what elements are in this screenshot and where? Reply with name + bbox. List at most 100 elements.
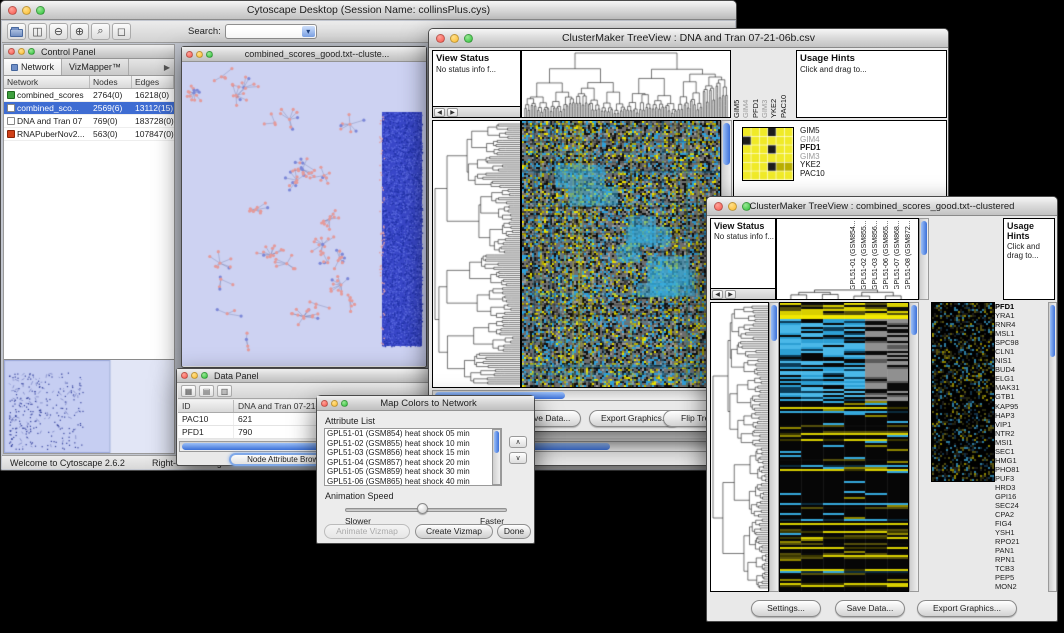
column-label[interactable]: GPL51-06 (GSM865... (882, 220, 893, 290)
gene-label[interactable]: MON2 (995, 582, 1047, 591)
view-status-scrollbar[interactable]: ◀ ▶ (433, 106, 520, 117)
gene-label[interactable]: PFD1 (995, 302, 1047, 311)
row-dendrogram[interactable] (711, 303, 768, 591)
gene-label[interactable]: TCB3 (995, 564, 1047, 573)
tab-vizmapper[interactable]: VizMapper™ (62, 59, 129, 75)
network-row[interactable]: DNA and Tran 07769(0)183728(0) (4, 115, 174, 128)
scroll-thumb[interactable] (921, 221, 927, 255)
delete-attribute-icon[interactable]: ▥ (217, 385, 232, 397)
combo-arrow-icon[interactable]: ▾ (302, 26, 315, 37)
attribute-item[interactable]: GPL51-01 (GSM854) heat shock 05 min (325, 429, 492, 439)
thumbnail-heatmap[interactable] (931, 302, 995, 482)
matrix-column-label[interactable]: YKE2 (769, 50, 778, 118)
list-vscrollbar[interactable] (492, 429, 501, 485)
main-titlebar[interactable]: Cytoscape Desktop (Session Name: collins… (1, 1, 736, 20)
panel-float-icon[interactable] (28, 48, 35, 55)
column-dendrogram[interactable] (522, 51, 730, 117)
gene-label[interactable]: SPC98 (995, 338, 1047, 347)
matrix-column-label[interactable]: GIM3 (760, 50, 769, 118)
attribute-item[interactable]: GPL51-04 (GSM857) heat shock 20 min (325, 458, 492, 468)
gene-label[interactable]: SEC1 (995, 447, 1047, 456)
gene-label[interactable]: YSH1 (995, 528, 1047, 537)
gene-label[interactable]: PUF3 (995, 474, 1047, 483)
row-dendrogram[interactable] (433, 121, 520, 387)
gene-label[interactable]: NTR2 (995, 429, 1047, 438)
column-label[interactable]: GPL51-01 (GSM854... (849, 220, 860, 290)
heatmap-vscrollbar[interactable] (909, 302, 919, 592)
gene-label[interactable]: HMG1 (995, 456, 1047, 465)
attribute-item[interactable]: GPL51-05 (GSM859) heat shock 30 min (325, 467, 492, 477)
correlation-matrix[interactable] (742, 127, 794, 181)
scroll-left-icon[interactable]: ◀ (434, 108, 445, 117)
minimize-icon[interactable] (196, 51, 203, 58)
gene-label[interactable]: PHO81 (995, 465, 1047, 474)
gene-label[interactable]: KAP95 (995, 402, 1047, 411)
gene-label[interactable]: HRD3 (995, 483, 1047, 492)
tab-overflow-icon[interactable]: ▶ (164, 63, 170, 72)
scroll-left-icon[interactable]: ◀ (712, 290, 723, 299)
gene-label[interactable]: ELG1 (995, 374, 1047, 383)
settings-button[interactable]: Settings... (751, 600, 821, 617)
float-icon[interactable] (201, 372, 208, 379)
gene-label[interactable]: GPI16 (995, 492, 1047, 501)
close-icon[interactable] (436, 34, 445, 43)
heatmap[interactable] (522, 121, 720, 387)
gene-label[interactable]: GTB1 (995, 392, 1047, 401)
zoom-selected-icon[interactable]: ⌕ (91, 23, 110, 40)
gene-label[interactable]: RPN1 (995, 555, 1047, 564)
minimize-icon[interactable] (331, 400, 338, 407)
save-data-button[interactable]: Save Data... (835, 600, 905, 617)
header-vscrollbar[interactable] (919, 218, 929, 300)
network-view-titlebar[interactable]: combined_scores_good.txt--cluste... (182, 47, 426, 62)
dendrogram-vscrollbar[interactable] (769, 302, 779, 592)
gene-label[interactable]: HAP3 (995, 411, 1047, 420)
column-label[interactable]: GPL51-08 (GSM872... (904, 220, 915, 290)
view-status-scrollbar[interactable]: ◀ ▶ (711, 288, 775, 299)
scroll-thumb[interactable] (911, 305, 917, 335)
create-vizmap-button[interactable]: Create Vizmap (415, 524, 493, 539)
gene-label[interactable]: PEP5 (995, 573, 1047, 582)
attribute-item[interactable]: GPL51-02 (GSM855) heat shock 10 min (325, 439, 492, 449)
close-icon[interactable] (714, 202, 723, 211)
scroll-thumb[interactable] (1050, 305, 1055, 357)
gene-label[interactable]: FIG4 (995, 519, 1047, 528)
gene-label[interactable]: VIP1 (995, 420, 1047, 429)
attribute-item[interactable]: GPL51-06 (GSM865) heat shock 40 min (325, 477, 492, 487)
attribute-listbox[interactable]: GPL51-01 (GSM854) heat shock 05 minGPL51… (324, 428, 502, 486)
close-icon[interactable] (181, 372, 188, 379)
open-folder-icon[interactable] (7, 23, 26, 40)
gene-label[interactable]: NIS1 (995, 356, 1047, 365)
network-row[interactable]: combined_sco...2569(6)13112(15) (4, 102, 174, 115)
scroll-thumb[interactable] (771, 305, 777, 341)
panel-minimize-icon[interactable] (18, 48, 25, 55)
gene-label[interactable]: BUD4 (995, 365, 1047, 374)
network-row[interactable]: RNAPuberNov2...563(0)107847(0) (4, 128, 174, 141)
zoom-fit-icon[interactable]: ◻ (112, 23, 131, 40)
gene-label[interactable]: MAK31 (995, 383, 1047, 392)
scroll-right-icon[interactable]: ▶ (725, 290, 736, 299)
dialog-titlebar[interactable]: Map Colors to Network (317, 396, 534, 411)
import-network-icon[interactable]: ◫ (28, 23, 47, 40)
tab-network[interactable]: Network (4, 59, 62, 75)
gene-label[interactable]: CLN1 (995, 347, 1047, 356)
zoom-out-icon[interactable]: ⊖ (49, 23, 68, 40)
network-canvas[interactable] (182, 62, 426, 366)
treeview-combined-titlebar[interactable]: ClusterMaker TreeView : combined_scores_… (707, 197, 1057, 216)
scroll-right-icon[interactable]: ▶ (447, 108, 458, 117)
close-icon[interactable] (186, 51, 193, 58)
minimize-icon[interactable] (191, 372, 198, 379)
gene-label[interactable]: YRA1 (995, 311, 1047, 320)
done-button[interactable]: Done (497, 524, 531, 539)
export-graphics-button[interactable]: Export Graphics... (917, 600, 1017, 617)
birdseye-view[interactable] (4, 359, 174, 453)
column-dendrogram[interactable] (781, 289, 911, 299)
gene-label[interactable]: RNR4 (995, 320, 1047, 329)
scroll-thumb[interactable] (494, 431, 499, 453)
panel-close-icon[interactable] (8, 48, 15, 55)
network-row[interactable]: combined_scores2764(0)16218(0) (4, 89, 174, 102)
close-icon[interactable] (321, 400, 328, 407)
gene-label[interactable]: PAN1 (995, 546, 1047, 555)
select-attributes-icon[interactable]: ▦ (181, 385, 196, 397)
matrix-column-label[interactable]: PFD1 (751, 50, 760, 118)
move-up-button[interactable]: ∧ (509, 436, 527, 448)
